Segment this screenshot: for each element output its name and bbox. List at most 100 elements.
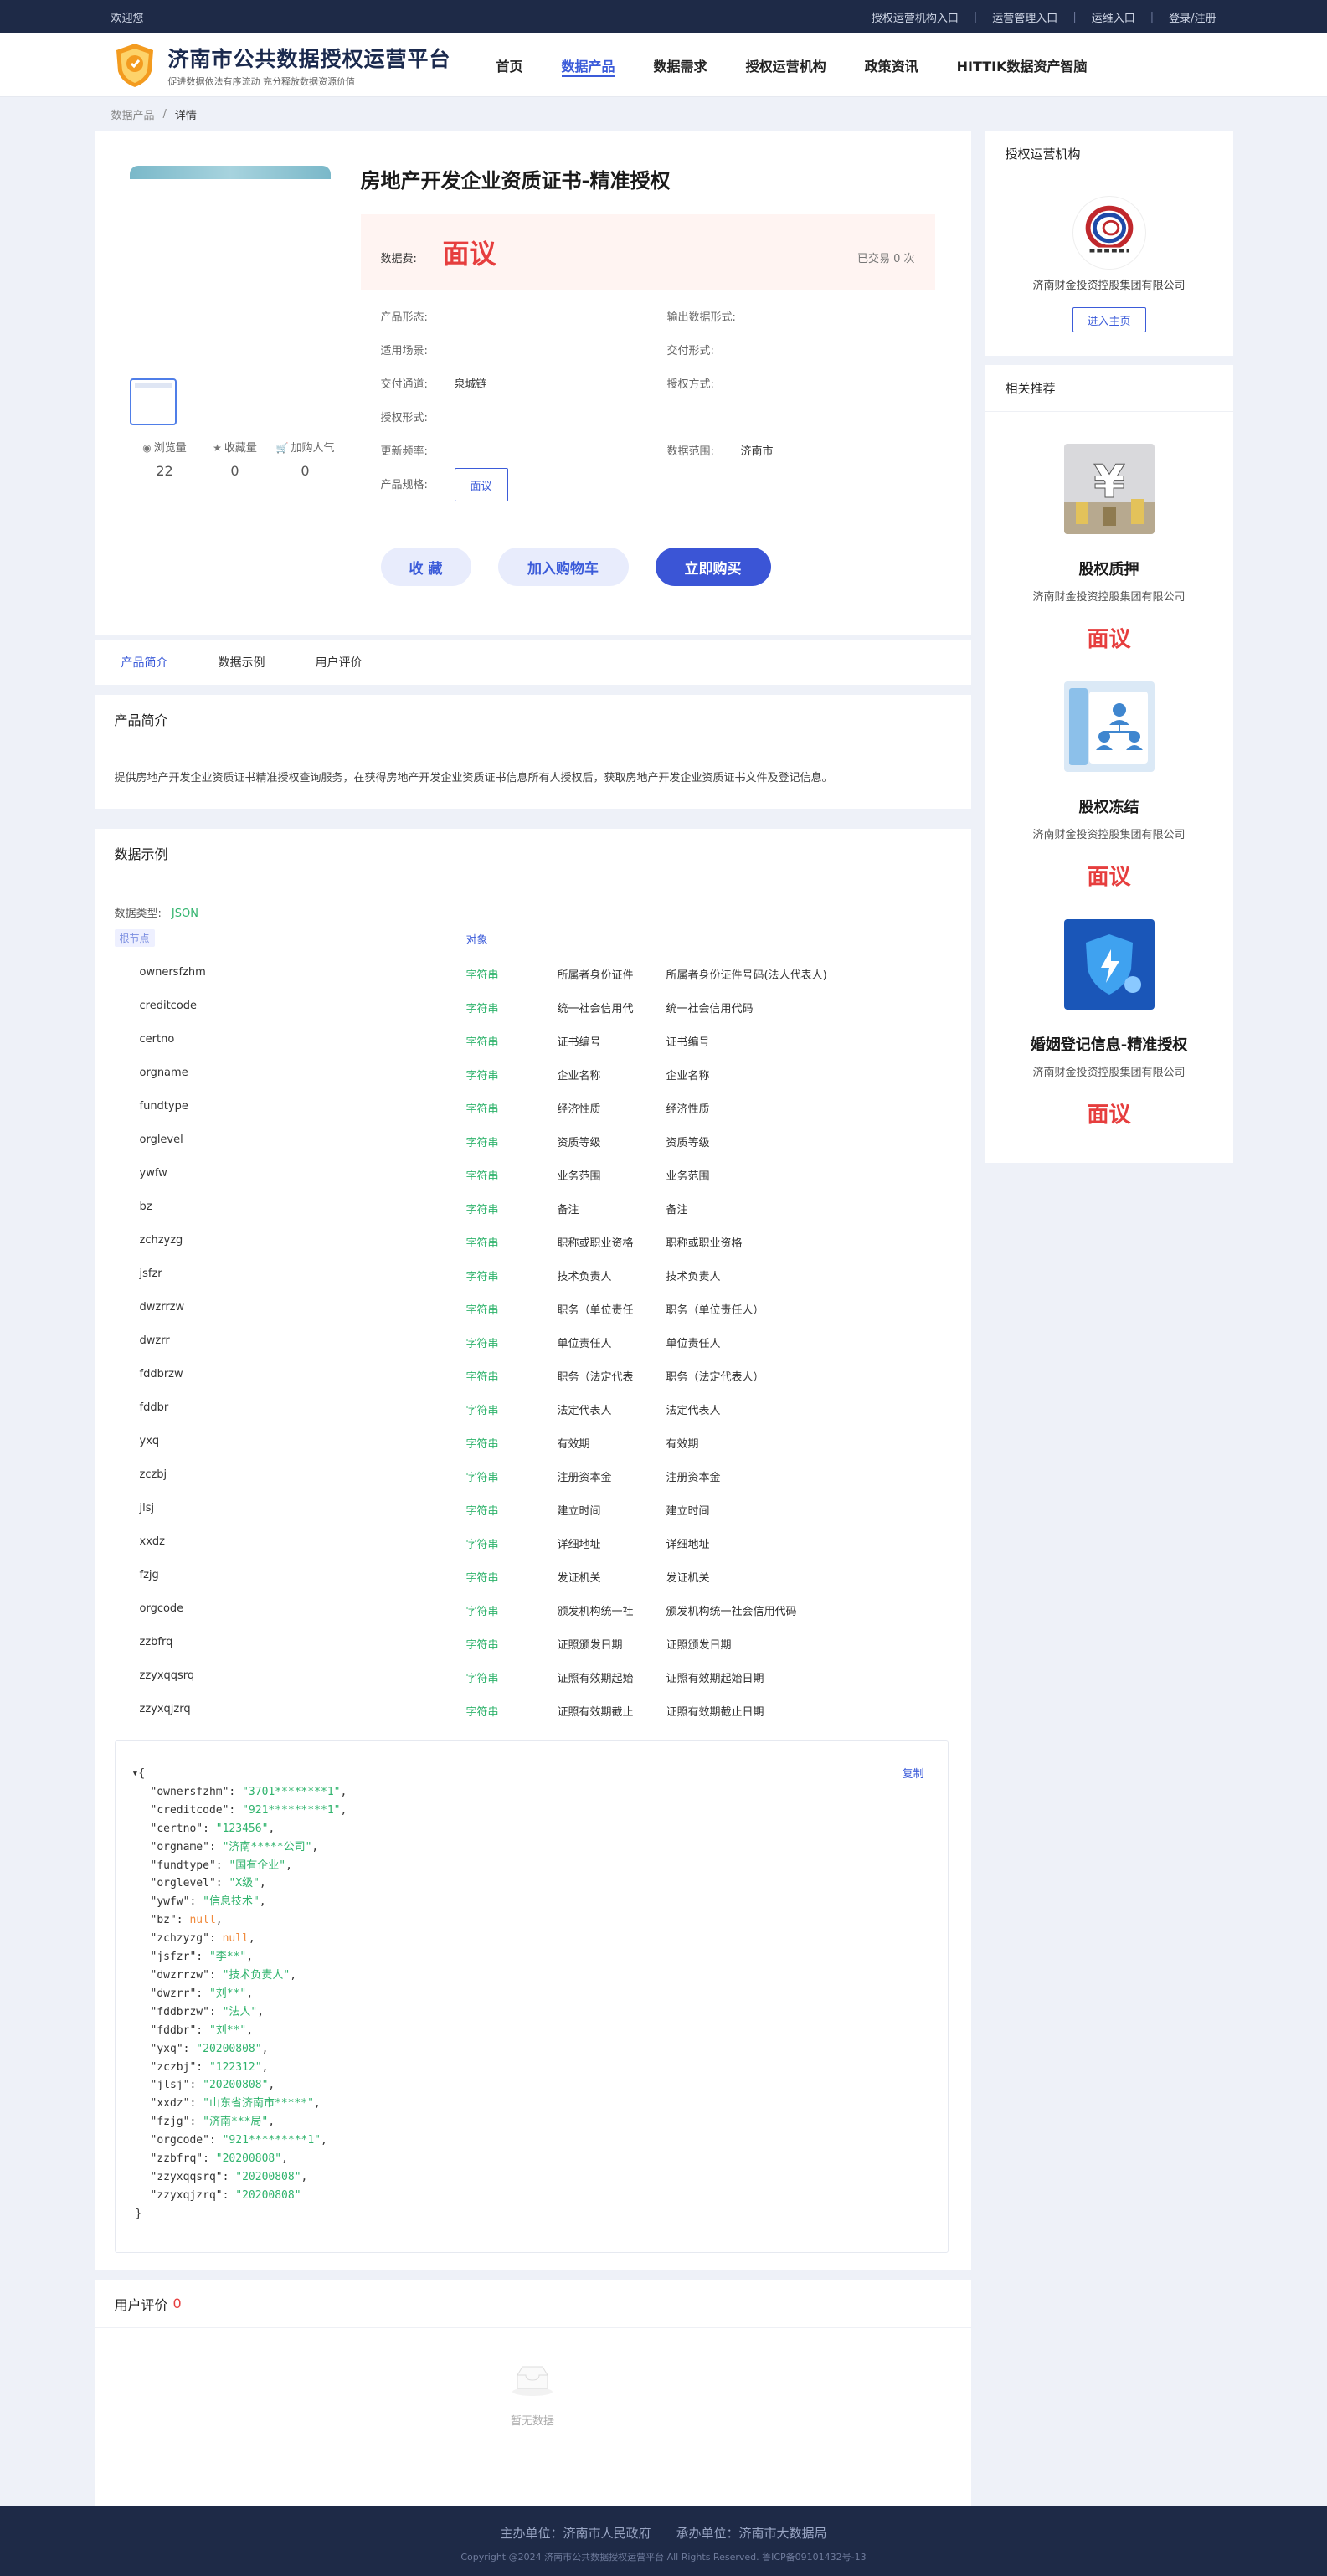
enter-home-button[interactable]: 进入主页	[1072, 307, 1146, 332]
field-name: orglevel	[139, 1134, 183, 1146]
field-type: 字符串	[465, 1338, 499, 1350]
json-value: "X级"	[229, 1877, 260, 1890]
field-type: 字符串	[465, 1572, 499, 1585]
recommend-item[interactable]: ¥ 股权质押 济南财金投资控股集团有限公司 面议	[985, 444, 1233, 653]
recommend-item[interactable]: 股权冻结 济南财金投资控股集团有限公司 面议	[985, 681, 1233, 891]
field-row: fddbrzw 字符串 职务（法定代表 职务（法定代表人）	[95, 1361, 971, 1395]
field-row: jlsj 字符串 建立时间 建立时间	[95, 1495, 971, 1529]
tab-intro[interactable]: 产品简介	[121, 654, 168, 671]
product-thumbnail[interactable]	[129, 378, 177, 425]
field-row: zzyxqjzrq 字符串 证照有效期截止 证照有效期截止日期	[95, 1696, 971, 1730]
field-full-desc: 有效期	[666, 1438, 699, 1451]
product-stats: ◉ 浏览量 22 ★ 收藏量 0 🛒 加购人气 0	[130, 439, 341, 479]
field-row: orgcode 字符串 颁发机构统一社 颁发机构统一社会信用代码	[95, 1596, 971, 1629]
field-full-desc: 单位责任人	[666, 1338, 721, 1350]
recommend-item[interactable]: 婚姻登记信息-精准授权 济南财金投资控股集团有限公司 面议	[985, 919, 1233, 1129]
field-desc: 职务（法定代表	[557, 1371, 634, 1384]
favorite-button[interactable]: 收 藏	[380, 548, 471, 586]
field-type: 字符串	[465, 1137, 499, 1149]
field-desc: 备注	[557, 1204, 579, 1216]
field-row: fddbr 字符串 法定代表人 法定代表人	[95, 1395, 971, 1428]
price-box: 数据费: 面议 已交易 0 次	[360, 214, 935, 290]
nav-orgs[interactable]: 授权运营机构	[746, 33, 826, 97]
json-key: xxdz	[157, 2097, 183, 2111]
json-line: "certno": "123456",	[150, 1822, 275, 1835]
json-line: "zzyxqjzrq": "20200808"	[150, 2188, 301, 2202]
footer: 主办单位：济南市人民政府 承办单位：济南市大数据局 Copyright @202…	[0, 2506, 1327, 2576]
field-desc: 单位责任人	[557, 1338, 612, 1350]
delivery-channel: 泉城链	[454, 378, 487, 391]
json-line: "fddbr": "刘**",	[150, 2023, 254, 2037]
field-name: ywfw	[139, 1167, 167, 1180]
field-desc: 有效期	[557, 1438, 590, 1451]
json-value: "921*********1"	[242, 1803, 341, 1817]
buy-now-button[interactable]: 立即购买	[655, 548, 771, 586]
stat-views: ◉ 浏览量 22	[142, 442, 187, 479]
shield-icon	[1063, 919, 1155, 1010]
json-key: orglevel	[157, 1877, 209, 1890]
field-row: zzyxqqsrq 字符串 证照有效期起始 证照有效期起始日期	[95, 1663, 971, 1696]
field-full-desc: 证照颁发日期	[666, 1639, 732, 1652]
field-full-desc: 备注	[666, 1204, 688, 1216]
json-value: "技术负责人"	[222, 1968, 291, 1982]
login-link[interactable]: 登录/注册	[1169, 9, 1216, 25]
deal-count: 已交易 0 次	[856, 253, 915, 265]
field-desc: 经济性质	[557, 1103, 601, 1116]
tab-example[interactable]: 数据示例	[219, 654, 265, 671]
spec-option[interactable]: 面议	[454, 468, 508, 501]
json-line: "dwzrrzw": "技术负责人",	[150, 1968, 297, 1982]
field-full-desc: 职称或职业资格	[666, 1237, 743, 1250]
field-row: fzjg 字符串 发证机关 发证机关	[95, 1562, 971, 1596]
breadcrumb-parent[interactable]: 数据产品	[111, 106, 155, 122]
field-type: 字符串	[465, 1405, 499, 1417]
recommend-card: 相关推荐 ¥ 股权质押 济南财金投资控股集团有限公司 面议 股权冻结 济南财金投…	[985, 365, 1233, 1163]
data-range: 济南市	[740, 445, 774, 458]
field-name: dwzrr	[139, 1334, 170, 1347]
star-icon: ★	[213, 442, 222, 454]
json-line: "orglevel": "X级",	[150, 1877, 266, 1890]
ops-entry-link[interactable]: 运营管理入口	[992, 9, 1057, 25]
nav-home[interactable]: 首页	[496, 33, 523, 97]
site-logo[interactable]: 济南市公共数据授权运营平台 促进数据依法有序流动 充分释放数据资源价值	[111, 41, 451, 90]
json-value: "刘**"	[208, 2023, 247, 2037]
field-desc: 职务（单位责任	[557, 1304, 634, 1317]
field-type: 字符串	[465, 1438, 499, 1451]
field-full-desc: 职务（法定代表人）	[666, 1371, 764, 1384]
field-row: zczbj 字符串 注册资本金 注册资本金	[95, 1462, 971, 1495]
field-type: 字符串	[465, 1237, 499, 1250]
nav-data-demand[interactable]: 数据需求	[654, 33, 707, 97]
json-key: orgcode	[157, 2134, 203, 2147]
field-type: 字符串	[465, 1170, 499, 1183]
maint-entry-link[interactable]: 运维入口	[1092, 9, 1135, 25]
json-key: dwzrrzw	[157, 1968, 203, 1982]
json-value: "20200808"	[235, 2170, 301, 2183]
field-name: zczbj	[139, 1468, 167, 1481]
org-entry-link[interactable]: 授权运营机构入口	[872, 9, 959, 25]
nav-policy[interactable]: 政策资讯	[865, 33, 918, 97]
field-name: jsfzr	[139, 1267, 162, 1280]
field-type: 字符串	[465, 1505, 499, 1518]
json-key: zzbfrq	[157, 2152, 197, 2166]
nav-data-products[interactable]: 数据产品	[561, 33, 615, 97]
recommend-title: 相关推荐	[985, 365, 1233, 412]
footer-copyright: Copyright @2024 济南市公共数据授权运营平台 All Rights…	[460, 2552, 867, 2563]
json-value: "20200808"	[215, 2152, 282, 2166]
field-name: bz	[139, 1201, 152, 1213]
field-row: orglevel 字符串 资质等级 资质等级	[95, 1127, 971, 1160]
field-desc: 企业名称	[557, 1070, 601, 1082]
field-desc: 法定代表人	[557, 1405, 612, 1417]
field-desc: 发证机关	[557, 1572, 601, 1585]
json-key: zzyxqjzrq	[157, 2188, 216, 2202]
json-key: dwzrr	[157, 1987, 190, 2000]
json-line: "fddbrzw": "法人",	[150, 2005, 265, 2018]
shield-logo-icon	[116, 44, 153, 87]
copy-button[interactable]: 复制	[902, 1765, 923, 1781]
add-to-cart-button[interactable]: 加入购物车	[497, 548, 629, 586]
field-full-desc: 发证机关	[666, 1572, 710, 1585]
json-value: "信息技术"	[203, 1895, 260, 1909]
field-desc: 证照有效期截止	[557, 1706, 634, 1719]
field-row: zzbfrq 字符串 证照颁发日期 证照颁发日期	[95, 1629, 971, 1663]
nav-hittik[interactable]: HITTIK数据资产智脑	[957, 33, 1088, 97]
tab-reviews[interactable]: 用户评价	[316, 654, 363, 671]
field-name: orgname	[139, 1067, 188, 1079]
